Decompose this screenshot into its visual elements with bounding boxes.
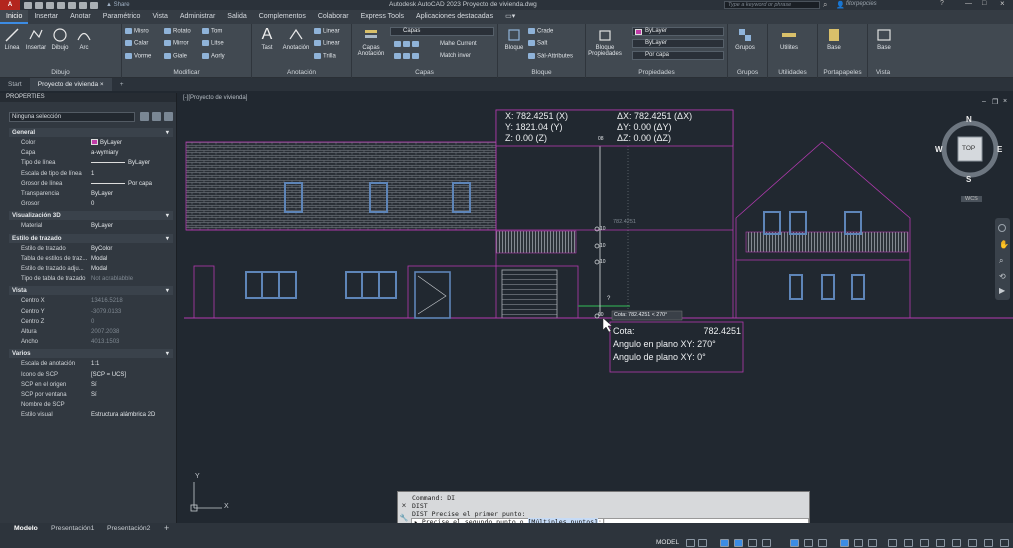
window — [821, 274, 835, 300]
orbit-icon[interactable]: ⟲ — [999, 272, 1006, 281]
viewcube-south[interactable]: S — [966, 175, 971, 184]
snap-mark: 10 — [600, 243, 606, 249]
model-space-button[interactable]: MODEL — [656, 539, 679, 546]
snap-mark: 10 — [600, 226, 606, 232]
angle-from-xy: Angulo de plano XY: 0° — [613, 352, 706, 362]
window — [789, 274, 803, 300]
viewcube-east[interactable]: E — [997, 145, 1002, 154]
coord-x: X: 782.4251 (X) — [505, 111, 569, 121]
delta-coordinates: ΔX: 782.4251 (ΔX) ΔY: 0.00 (ΔY) ΔZ: 0.00… — [617, 111, 692, 144]
snap-mark: 00 — [598, 312, 604, 318]
balcony-railing — [495, 230, 577, 254]
annotation-scale-icon[interactable] — [868, 539, 877, 547]
tab-modelo[interactable]: Modelo — [14, 525, 38, 532]
cota-value: 782.4251 — [703, 326, 741, 336]
ucs-y-label: Y — [195, 473, 200, 480]
annotation-visibility-icon[interactable] — [840, 539, 849, 547]
viewcube[interactable]: N S W E TOP WCS — [933, 115, 1007, 205]
ortho-icon[interactable] — [720, 539, 729, 547]
window — [763, 211, 781, 235]
side-door — [193, 265, 215, 319]
viewcube-north[interactable]: N — [966, 115, 972, 124]
snap-icon[interactable] — [698, 539, 707, 547]
command-history-line: DIST — [412, 502, 428, 510]
tab-presentacion1[interactable]: Presentación1 — [51, 525, 94, 532]
add-layout-button[interactable]: + — [164, 523, 169, 533]
snap-mark: 10 — [600, 259, 606, 265]
angle-in-xy: Angulo en plano XY: 270° — [613, 339, 716, 349]
window — [245, 271, 297, 299]
cota-label: Cota: — [613, 326, 635, 336]
viewcube-top-face[interactable]: TOP — [962, 145, 975, 152]
delta-y: ΔY: 0.00 (ΔY) — [617, 122, 672, 132]
delta-x: ΔX: 782.4251 (ΔX) — [617, 111, 693, 121]
polar-icon[interactable] — [734, 539, 743, 547]
absolute-coordinates: X: 782.4251 (X) Y: 1821.04 (Y) Z: 0.00 (… — [505, 111, 568, 144]
window — [345, 271, 397, 299]
garage-door — [501, 269, 558, 319]
isolate-objects-icon[interactable] — [968, 539, 977, 547]
units-icon[interactable] — [920, 539, 929, 547]
zoom-icon[interactable]: ⌕ — [999, 256, 1003, 266]
coord-z: Z: 0.00 (Z) — [505, 133, 548, 143]
lineweight-icon[interactable] — [804, 539, 813, 547]
quick-properties-icon[interactable] — [936, 539, 945, 547]
viewcube-west[interactable]: W — [935, 145, 943, 154]
annotation-monitor-icon[interactable] — [904, 539, 913, 547]
house-elevation-drawing[interactable] — [0, 0, 1013, 548]
transparency-icon[interactable] — [818, 539, 827, 547]
status-bar: Modelo Presentación1 Presentación2 + MOD… — [0, 523, 1013, 548]
object-snap-icon[interactable] — [790, 539, 799, 547]
isodraft-icon[interactable] — [748, 539, 757, 547]
customization-icon[interactable] — [1000, 539, 1009, 547]
command-history-line: Command: DI — [412, 494, 456, 502]
clean-screen-icon[interactable] — [984, 539, 993, 547]
navigation-bar[interactable]: ✋ ⌕ ⟲ ▶ — [995, 218, 1010, 300]
command-history: Command: DI DIST DIST Precise el primer … — [412, 494, 526, 518]
ucs-icon — [190, 482, 222, 512]
window — [851, 274, 865, 300]
pan-icon[interactable]: ✋ — [999, 240, 1009, 249]
grid-icon[interactable] — [686, 539, 695, 547]
autoscale-icon[interactable] — [854, 539, 863, 547]
wcs-menu[interactable]: WCS — [961, 196, 982, 202]
snap-mark: 08 — [598, 136, 604, 142]
steering-wheel-icon[interactable] — [998, 224, 1006, 232]
brick-facade — [185, 141, 497, 231]
lock-ui-icon[interactable] — [952, 539, 961, 547]
dynamic-tooltip: Cota: 782.4251 < 270° — [614, 312, 668, 318]
coord-y: Y: 1821.04 (Y) — [505, 122, 563, 132]
command-history-line: DIST Precise el primer punto: — [412, 510, 526, 518]
workspace-icon[interactable] — [888, 539, 897, 547]
object-snap-tracking-icon[interactable] — [762, 539, 771, 547]
dist-result: Cota: 782.4251 Angulo en plano XY: 270° A… — [613, 325, 741, 364]
command-close-icon[interactable]: × — [399, 501, 409, 510]
tab-presentacion2[interactable]: Presentación2 — [107, 525, 150, 532]
delta-z: ΔZ: 0.00 (ΔZ) — [617, 133, 672, 143]
ucs-x-label: X — [224, 503, 229, 510]
snap-mark: ? — [607, 296, 611, 302]
window — [844, 211, 862, 235]
dimension-label: 782.4251 — [613, 219, 636, 225]
showmotion-icon[interactable]: ▶ — [999, 286, 1005, 295]
window — [789, 211, 807, 235]
command-customize-icon[interactable]: 🔧 — [399, 514, 409, 522]
